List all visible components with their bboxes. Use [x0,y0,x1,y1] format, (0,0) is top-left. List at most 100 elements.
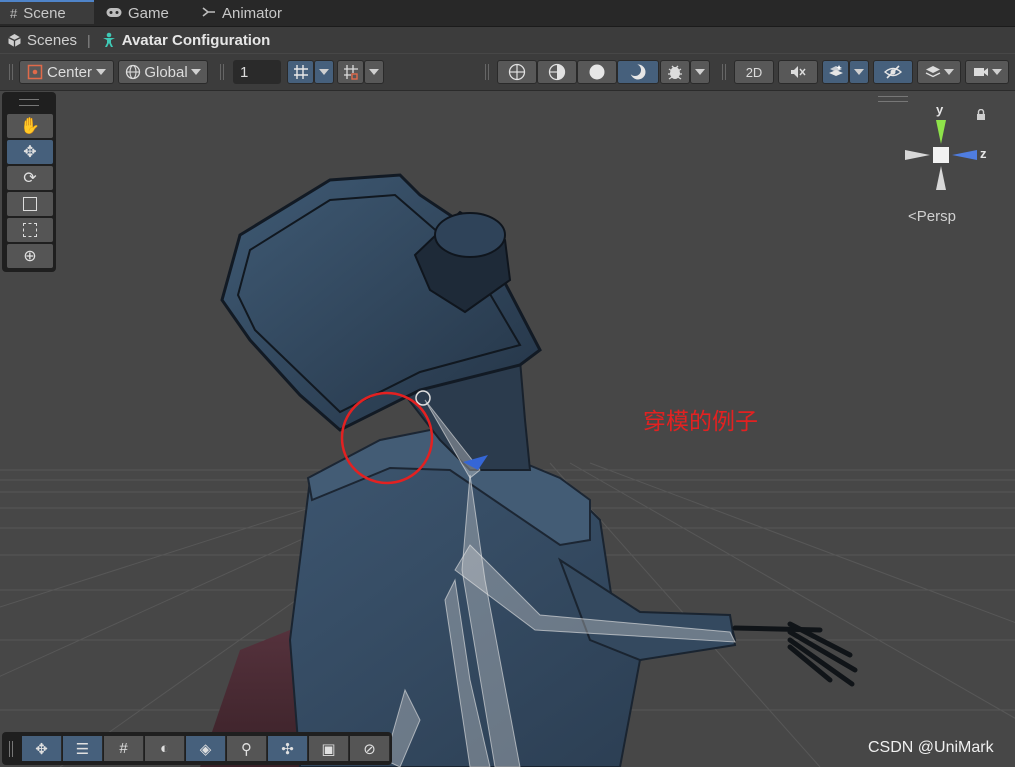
debug-draw-dropdown[interactable] [690,60,710,84]
scale-tool-button[interactable] [7,192,53,216]
tools-overlay: ✋ ✥ ⟳ ⊕ [2,92,56,272]
tab-animator-label: Animator [222,4,283,22]
rect-icon [23,223,37,237]
bug-icon [668,65,682,80]
toggle-2d-label: 2D [745,64,763,80]
effects-button[interactable] [822,60,849,84]
pivot-rotation-label: Global [144,63,188,81]
globe-icon [126,64,141,80]
gamepad-icon [106,6,122,21]
avatar-icon [102,32,115,47]
increment-snap-dropdown[interactable] [364,60,384,84]
breadcrumb: Scenes | Avatar Configuration [0,27,1015,53]
rotate-tool-button[interactable]: ⟳ [7,166,53,190]
hand-tool-button[interactable]: ✋ [7,114,53,138]
pivot-mode-dropdown[interactable]: Center [19,60,114,84]
pivot-icon: ✣ [281,740,294,758]
rotate-icon: ⟳ [23,170,37,187]
camera-dropdown[interactable] [965,60,1009,84]
debug-draw-button[interactable] [660,60,690,84]
pivot-mode-label: Center [46,63,93,81]
move-icon: ✥ [35,740,48,758]
moon-sphere-icon [629,64,646,80]
breadcrumb-root-label: Scenes [27,31,78,49]
chevron-down-icon [854,69,864,75]
compass-overlay-button[interactable]: ⊘ [350,736,390,761]
toolbar-grip[interactable] [9,64,13,80]
grid-size-value: 1 [240,63,249,81]
hash-icon: # [10,5,18,21]
pivot-rotation-dropdown[interactable]: Global [118,60,208,84]
shaded-wire-sphere-icon [548,63,566,81]
scene-visibility-button[interactable] [873,60,913,84]
tab-game[interactable]: Game [106,0,169,26]
solid-sphere-icon [589,64,605,80]
hidden-eye-icon [884,65,902,79]
layers-icon [925,66,940,78]
watermark: CSDN @UniMark [868,739,994,756]
bottom-overlay-toolbar: ✥ ☰ # ◐ ◈ ⚲ ✣ ▣ ⊘ [2,732,392,765]
tab-animator[interactable]: Animator [202,0,282,26]
camera-visibility-button[interactable]: ▣ [309,736,349,761]
grid-snap-overlay-button[interactable]: # [104,736,144,761]
breadcrumb-separator: | [87,32,91,48]
projection-toggle[interactable]: <Persp [908,208,956,225]
grid-snap-button[interactable] [287,60,314,84]
chevron-down-icon [695,69,705,75]
grid-icon: # [119,740,128,757]
orientation-gizmo[interactable]: y z [900,100,990,200]
move-handle-button[interactable]: ✥ [22,736,62,761]
overlay-drag-handle[interactable] [9,741,13,757]
axis-z-label: z [980,146,987,161]
layers-overlay-button[interactable]: ◈ [186,736,226,761]
move-icon: ✥ [23,144,37,161]
projection-icon: < [908,208,917,225]
breadcrumb-scenes[interactable]: Scenes [7,32,77,49]
audio-toggle-button[interactable] [778,60,818,84]
layers-dropdown[interactable] [917,60,961,84]
moon-icon: ◐ [159,740,170,757]
grid-size-field[interactable]: 1 [233,60,281,84]
lighting-button[interactable] [617,60,659,84]
overlay-drag-handle[interactable] [19,99,39,106]
increment-snap-button[interactable] [337,60,364,84]
projection-label: Persp [916,208,956,225]
effects-layers-icon [828,65,843,76]
pivot-center-icon [27,64,43,80]
toggle-2d-button[interactable]: 2D [734,60,774,84]
sliders-icon: ☰ [75,740,90,758]
shaded-button[interactable] [577,60,617,84]
search-icon: ⚲ [241,740,252,758]
toolbar-grip[interactable] [722,64,726,80]
shaded-wireframe-button[interactable] [537,60,577,84]
tab-bar: # Scene Game Animator [0,0,1015,27]
layers-icon: ◈ [199,740,212,758]
pivot-overlay-button[interactable]: ✣ [268,736,308,761]
scene-viewport[interactable] [0,90,1015,767]
transform-tool-button[interactable]: ⊕ [7,244,53,268]
toolbar-grip[interactable] [485,64,489,80]
unity-cube-icon [8,33,21,47]
scene-toolbar: Center Global 1 2D [0,54,1015,91]
compass-icon: ⊘ [363,740,376,758]
grid-snap-dropdown[interactable] [314,60,334,84]
chevron-down-icon [991,69,1002,75]
sliders-button[interactable]: ☰ [63,736,103,761]
rect-tool-button[interactable] [7,218,53,242]
tab-game-label: Game [128,4,169,22]
move-tool-button[interactable]: ✥ [7,140,53,164]
chevron-down-icon [943,69,954,75]
axis-y-label: y [936,102,944,117]
effects-dropdown[interactable] [849,60,869,84]
chevron-down-icon [319,69,329,75]
search-overlay-button[interactable]: ⚲ [227,736,267,761]
wireframe-shading-button[interactable] [497,60,537,84]
tab-scene[interactable]: # Scene [0,0,94,24]
axis-gizmo-graphic [905,120,977,190]
animator-icon [202,6,216,21]
avatar-hand [732,621,858,687]
increment-snap-icon [343,65,358,80]
toolbar-grip[interactable] [220,64,224,80]
shading-overlay-button[interactable]: ◐ [145,736,185,761]
scene-render [0,173,1015,767]
